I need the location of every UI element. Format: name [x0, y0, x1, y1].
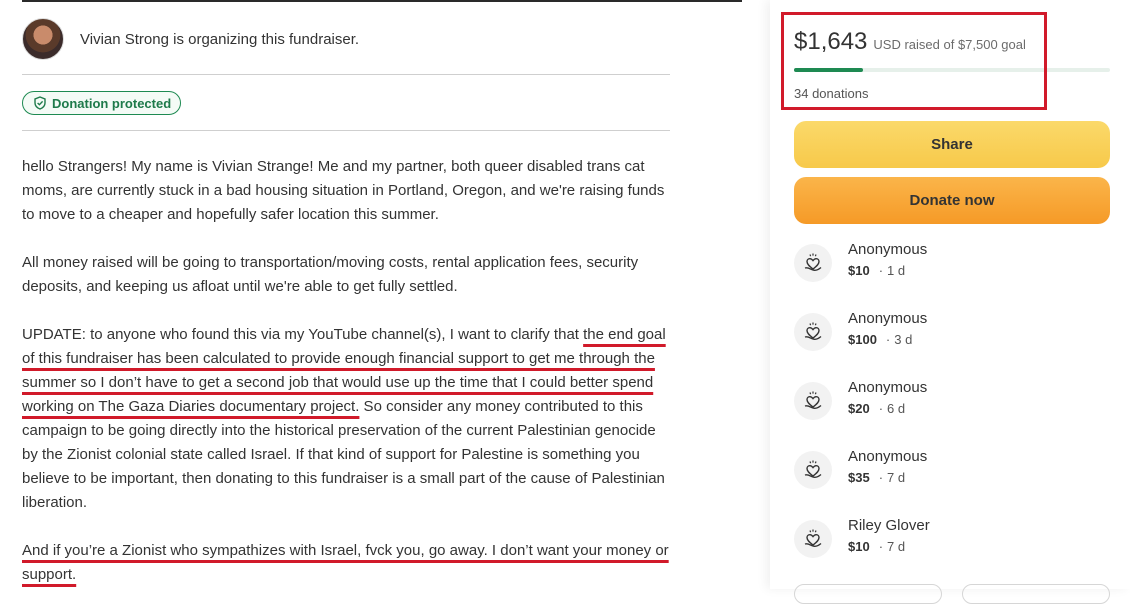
donation-meta: $100 · 3 d — [848, 332, 927, 347]
donation-amount: $35 — [848, 470, 870, 485]
story-paragraph: And if you’re a Zionist who sympathizes … — [22, 539, 672, 587]
donation-meta: $20 · 6 d — [848, 401, 927, 416]
separator-dot: · — [878, 470, 884, 485]
heart-hand-icon — [794, 313, 832, 351]
story-text: UPDATE: to anyone who found this via my … — [22, 326, 584, 343]
separator-dot: · — [878, 401, 884, 416]
donor-name: Riley Glover — [848, 517, 930, 534]
underlined-text: And if you’re a Zionist who sympathizes … — [22, 542, 669, 583]
donation-item: Anonymous $100 · 3 d — [794, 309, 927, 351]
donation-amount: $20 — [848, 401, 870, 416]
donation-protected-badge[interactable]: Donation protected — [22, 91, 182, 115]
separator-dot: · — [878, 539, 884, 554]
donation-meta: $10 · 1 d — [848, 263, 927, 278]
donation-time: 7 d — [887, 470, 906, 485]
donation-item: Anonymous $10 · 1 d — [794, 240, 927, 282]
top-image-edge — [22, 0, 742, 2]
donor-name: Anonymous — [848, 310, 928, 327]
donation-amount: $10 — [848, 263, 870, 278]
donation-time: 1 d — [887, 263, 906, 278]
avatar[interactable] — [22, 18, 64, 60]
donate-now-button[interactable]: Donate now — [794, 177, 1110, 224]
story-paragraph: All money raised will be going to transp… — [22, 254, 639, 295]
fundraiser-story: hello Strangers! My name is Vivian Stran… — [22, 155, 672, 587]
see-top-button[interactable] — [962, 584, 1110, 604]
badge-label: Donation protected — [52, 95, 172, 111]
donation-time: 6 d — [887, 401, 906, 416]
story-paragraph: hello Strangers! My name is Vivian Stran… — [22, 158, 665, 223]
donor-name: Anonymous — [848, 448, 928, 465]
donation-item: Riley Glover $10 · 7 d — [794, 516, 930, 558]
separator-dot: · — [885, 332, 891, 347]
donation-time: 7 d — [887, 539, 906, 554]
donation-meta: $10 · 7 d — [848, 539, 930, 554]
organizer-text: Vivian Strong is organizing this fundrai… — [80, 30, 360, 48]
separator-dot: · — [878, 263, 884, 278]
highlight-box — [781, 12, 1047, 110]
heart-hand-icon — [794, 244, 832, 282]
donation-time: 3 d — [894, 332, 913, 347]
donor-name: Anonymous — [848, 241, 928, 258]
divider — [22, 130, 670, 131]
heart-hand-icon — [794, 520, 832, 558]
see-all-button[interactable] — [794, 584, 942, 604]
shield-check-icon — [34, 96, 46, 110]
donation-item: Anonymous $20 · 6 d — [794, 378, 927, 420]
heart-hand-icon — [794, 382, 832, 420]
donation-meta: $35 · 7 d — [848, 470, 927, 485]
share-button[interactable]: Share — [794, 121, 1110, 168]
donor-name: Anonymous — [848, 379, 928, 396]
heart-hand-icon — [794, 451, 832, 489]
donation-amount: $10 — [848, 539, 870, 554]
donation-item: Anonymous $35 · 7 d — [794, 447, 927, 489]
donation-amount: $100 — [848, 332, 877, 347]
divider — [22, 74, 670, 75]
organizer-row: Vivian Strong is organizing this fundrai… — [22, 18, 359, 60]
story-paragraph: UPDATE: to anyone who found this via my … — [22, 323, 672, 515]
